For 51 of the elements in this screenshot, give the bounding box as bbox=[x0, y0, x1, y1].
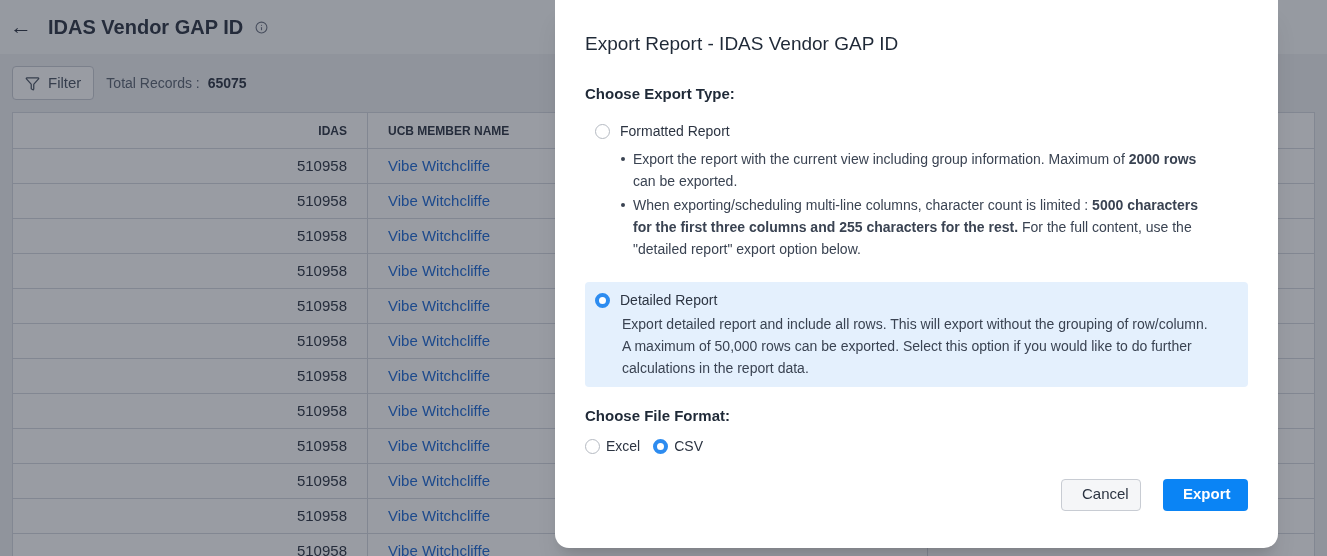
radio-button[interactable] bbox=[653, 438, 669, 454]
table-cell-text: 510958 bbox=[296, 435, 347, 456]
member-link[interactable]: Vibe Witchcliffe bbox=[388, 364, 490, 388]
option-description: Export detailed report and include all rows. This will export without the grouping of row/column. A maximum of 50,000 rows can be exported. Select this option if you would like to do further calculations in the report data. bbox=[622, 315, 1208, 378]
filter-button[interactable]: Filter bbox=[12, 66, 95, 100]
option-description: When exporting/scheduling multi-line columns, character count is limited : 5000 characters for the first three columns and 255 characters for the rest. For the full content, use the "detailed report" export option below. bbox=[633, 196, 1199, 259]
member-link[interactable]: Vibe Witchcliffe bbox=[388, 329, 490, 353]
radio-button[interactable] bbox=[585, 438, 600, 454]
export-button[interactable]: Export bbox=[1163, 478, 1248, 511]
info-icon bbox=[255, 20, 269, 34]
member-link[interactable]: Vibe Witchcliffe bbox=[388, 399, 490, 423]
table-cell-text: 510958 bbox=[296, 225, 347, 246]
table-cell-text: 510958 bbox=[296, 400, 347, 421]
member-link[interactable]: Vibe Witchcliffe bbox=[388, 539, 490, 556]
table-cell-text: 510958 bbox=[296, 330, 347, 351]
filter-icon bbox=[25, 75, 40, 91]
radio-button[interactable] bbox=[595, 124, 610, 139]
section-heading: Choose Export Type: bbox=[585, 83, 736, 104]
page-title: IDAS Vendor GAP ID bbox=[48, 15, 244, 40]
option-label: CSV bbox=[674, 436, 704, 456]
table-cell-text: 510958 bbox=[296, 190, 347, 211]
total-records-label: Total Records : bbox=[106, 73, 200, 93]
dialog-title: Export Report - IDAS Vendor GAP ID bbox=[585, 32, 900, 56]
member-link[interactable]: Vibe Witchcliffe bbox=[388, 294, 490, 318]
option-description: Export the report with the current view including group information. Maximum of 2000 rows can be exported. bbox=[633, 150, 1198, 191]
member-link[interactable]: Vibe Witchcliffe bbox=[388, 189, 490, 213]
table-cell-text: 510958 bbox=[296, 540, 347, 556]
table-cell-text: 510958 bbox=[296, 365, 347, 386]
table-cell-text: 510958 bbox=[296, 470, 347, 491]
cancel-button[interactable]: Cancel bbox=[1061, 478, 1141, 511]
option-label: Formatted Report bbox=[620, 122, 730, 141]
member-link[interactable]: Vibe Witchcliffe bbox=[388, 504, 490, 528]
member-link[interactable]: Vibe Witchcliffe bbox=[388, 469, 490, 493]
member-link[interactable]: Vibe Witchcliffe bbox=[388, 154, 490, 178]
total-records-value: 65075 bbox=[207, 73, 247, 93]
bullet-icon bbox=[621, 157, 625, 161]
table-cell-text: 510958 bbox=[296, 260, 347, 281]
member-link[interactable]: Vibe Witchcliffe bbox=[388, 224, 490, 248]
back-button[interactable]: ← bbox=[10, 16, 32, 38]
member-link[interactable]: Vibe Witchcliffe bbox=[388, 434, 490, 458]
option-label: Excel bbox=[606, 436, 641, 456]
column-header: IDAS bbox=[318, 122, 347, 140]
radio-button[interactable] bbox=[595, 293, 610, 308]
column-header: UCB MEMBER NAME bbox=[388, 122, 510, 140]
table-cell-text: 510958 bbox=[296, 505, 347, 526]
bullet-icon bbox=[621, 203, 625, 207]
section-heading: Choose File Format: bbox=[585, 406, 731, 426]
table-cell-text: 510958 bbox=[296, 155, 347, 176]
option-label: Detailed Report bbox=[620, 291, 718, 310]
member-link[interactable]: Vibe Witchcliffe bbox=[388, 259, 490, 283]
table-cell-text: 510958 bbox=[296, 295, 347, 316]
